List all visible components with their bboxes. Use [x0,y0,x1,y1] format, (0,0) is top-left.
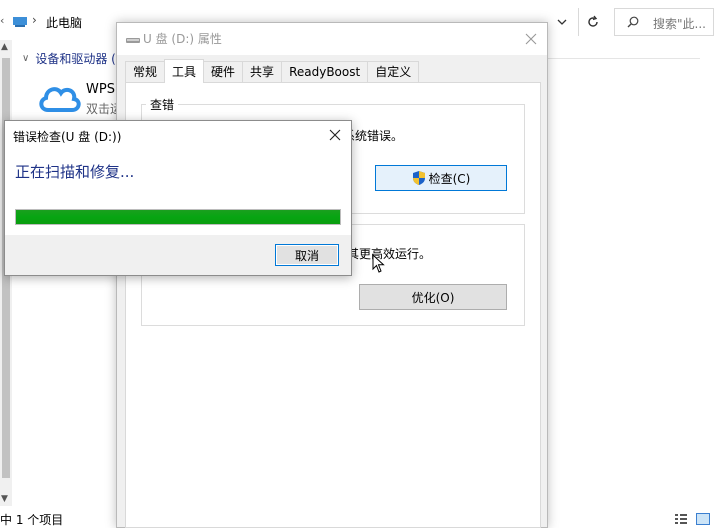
check-button-label: 检查(C) [428,171,471,186]
wps-cloud-icon[interactable] [36,78,82,118]
breadcrumb-separator-icon[interactable]: › [32,13,37,27]
scan-progress-bar [15,209,341,225]
scroll-down-arrow-icon[interactable]: ▼ [1,494,8,504]
error-dialog-footer: 取消 [5,235,351,275]
error-dialog-title: 错误检查(U 盘 (D:)) [13,130,122,144]
error-check-description: 系统错误。 [343,129,404,143]
status-text: 中 1 个项目 [0,513,64,527]
close-icon[interactable] [521,29,541,49]
search-input[interactable]: 搜索"此... [614,8,714,36]
tab-hardware[interactable]: 硬件 [203,61,244,83]
progress-fill [16,210,340,224]
optimize-description: 其更高效运行。 [347,247,432,261]
tab-sharing[interactable]: 共享 [242,61,283,83]
tab-customize[interactable]: 自定义 [367,61,420,83]
chevron-left-icon[interactable]: ‹ [0,14,8,30]
large-icons-view-icon[interactable] [696,513,710,525]
properties-title: U 盘 (D:) 属性 [143,32,222,46]
devices-group-header[interactable]: ∨ 设备和驱动器 ( [22,50,116,67]
search-icon [627,16,639,28]
properties-titlebar[interactable]: U 盘 (D:) 属性 [117,23,547,55]
optimize-button[interactable]: 优化(O) [359,284,507,310]
wps-drive-title[interactable]: WPS [86,82,115,97]
tab-tools[interactable]: 工具 [164,59,205,83]
pc-icon [13,17,27,27]
close-icon[interactable] [325,125,345,145]
details-view-icon[interactable] [674,513,688,525]
tab-general[interactable]: 常规 [125,61,166,83]
mouse-cursor-icon [372,254,385,273]
uac-shield-icon [412,171,425,185]
address-text[interactable]: 此电脑 [46,14,82,31]
error-check-group-label: 查错 [146,96,179,113]
cancel-button[interactable]: 取消 [275,244,339,266]
chevron-down-icon[interactable]: ∨ [22,53,29,64]
search-placeholder: 搜索"此... [653,17,706,31]
check-button[interactable]: 检查(C) [375,165,507,191]
scan-status-text: 正在扫描和修复... [15,163,135,181]
error-check-dialog: 错误检查(U 盘 (D:)) 正在扫描和修复... 取消 [4,120,352,276]
tab-readyboost[interactable]: ReadyBoost [281,61,369,83]
chevron-down-icon[interactable] [550,8,574,36]
drive-icon [126,38,140,43]
group-header-label: 设备和驱动器 ( [35,52,116,66]
refresh-icon[interactable] [578,8,606,36]
properties-tabs: 常规 工具 硬件 共享 ReadyBoost 自定义 [125,59,420,83]
scroll-up-arrow-icon[interactable]: ▲ [1,42,8,52]
